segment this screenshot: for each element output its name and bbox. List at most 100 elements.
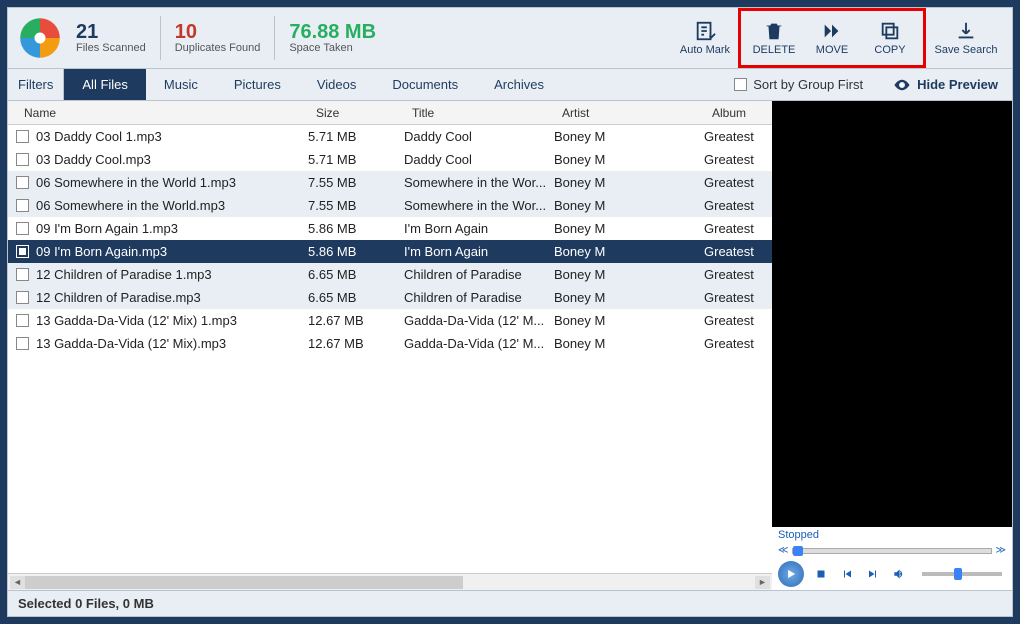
volume-button[interactable] [890,565,908,583]
next-track-button[interactable] [864,565,882,583]
table-row[interactable]: 13 Gadda-Da-Vida (12' Mix) 1.mp312.67 MB… [8,309,772,332]
row-title: Children of Paradise [404,267,554,282]
row-size: 5.86 MB [308,244,404,259]
stat-dup-num: 10 [175,22,261,42]
auto-mark-button[interactable]: Auto Mark [676,13,734,63]
table-row[interactable]: 12 Children of Paradise 1.mp36.65 MBChil… [8,263,772,286]
delete-button[interactable]: DELETE [745,13,803,63]
progress-prev-icon[interactable]: ≪ [778,545,788,556]
checkbox-icon [734,78,747,91]
stat-space-num: 76.88 MB [289,22,376,42]
row-title: I'm Born Again [404,221,554,236]
row-album: Greatest [704,336,772,351]
row-artist: Boney M [554,244,704,259]
tab-music[interactable]: Music [146,69,216,100]
row-size: 12.67 MB [308,336,404,351]
prev-track-button[interactable] [838,565,856,583]
auto-mark-icon [694,20,716,42]
tab-pictures[interactable]: Pictures [216,69,299,100]
row-album: Greatest [704,313,772,328]
row-title: Somewhere in the Wor... [404,175,554,190]
row-size: 5.71 MB [308,152,404,167]
stop-button[interactable] [812,565,830,583]
download-icon [955,20,977,42]
copy-icon [879,20,901,42]
volume-slider[interactable] [922,572,1002,576]
row-name: 13 Gadda-Da-Vida (12' Mix) 1.mp3 [36,313,308,328]
row-name: 06 Somewhere in the World.mp3 [36,198,308,213]
table-row[interactable]: 12 Children of Paradise.mp36.65 MBChildr… [8,286,772,309]
copy-button[interactable]: COPY [861,13,919,63]
save-search-button[interactable]: Save Search [930,13,1002,63]
hide-preview-button[interactable]: Hide Preview [879,76,1012,94]
scroll-thumb[interactable] [25,576,463,589]
row-artist: Boney M [554,175,704,190]
row-album: Greatest [704,175,772,190]
row-name: 13 Gadda-Da-Vida (12' Mix).mp3 [36,336,308,351]
table-row[interactable]: 03 Daddy Cool.mp35.71 MBDaddy CoolBoney … [8,148,772,171]
row-checkbox[interactable] [8,314,36,327]
tab-archives[interactable]: Archives [476,69,562,100]
col-name[interactable]: Name [8,106,308,120]
col-album[interactable]: Album [704,106,772,120]
row-artist: Boney M [554,221,704,236]
row-checkbox[interactable] [8,199,36,212]
horizontal-scrollbar[interactable]: ◄ ► [8,573,772,590]
row-artist: Boney M [554,290,704,305]
row-checkbox[interactable] [8,245,36,258]
table-row[interactable]: 13 Gadda-Da-Vida (12' Mix).mp312.67 MBGa… [8,332,772,355]
row-checkbox[interactable] [8,291,36,304]
row-checkbox[interactable] [8,222,36,235]
row-checkbox[interactable] [8,176,36,189]
row-size: 7.55 MB [308,175,404,190]
tab-documents[interactable]: Documents [374,69,476,100]
row-title: Children of Paradise [404,290,554,305]
row-checkbox[interactable] [8,130,36,143]
row-artist: Boney M [554,152,704,167]
table-row[interactable]: 09 I'm Born Again 1.mp35.86 MBI'm Born A… [8,217,772,240]
highlight-box: DELETE MOVE COPY [738,8,926,68]
col-size[interactable]: Size [308,106,404,120]
delete-label: DELETE [753,44,796,56]
col-artist[interactable]: Artist [554,106,704,120]
row-album: Greatest [704,221,772,236]
move-button[interactable]: MOVE [803,13,861,63]
table-row[interactable]: 09 I'm Born Again.mp35.86 MBI'm Born Aga… [8,240,772,263]
row-size: 7.55 MB [308,198,404,213]
stop-icon [815,568,827,580]
move-label: MOVE [816,44,848,56]
row-title: Daddy Cool [404,129,554,144]
scroll-left-icon[interactable]: ◄ [10,576,25,589]
tab-all-files[interactable]: All Files [64,69,146,100]
table-row[interactable]: 03 Daddy Cool 1.mp35.71 MBDaddy CoolBone… [8,125,772,148]
eye-icon [893,76,911,94]
play-icon [784,567,798,581]
col-title[interactable]: Title [404,106,554,120]
row-size: 6.65 MB [308,267,404,282]
row-artist: Boney M [554,198,704,213]
row-name: 09 I'm Born Again.mp3 [36,244,308,259]
table-row[interactable]: 06 Somewhere in the World.mp37.55 MBSome… [8,194,772,217]
row-title: Gadda-Da-Vida (12' M... [404,336,554,351]
tab-videos[interactable]: Videos [299,69,375,100]
progress-thumb[interactable] [793,546,803,556]
row-album: Greatest [704,198,772,213]
trash-icon [763,20,785,42]
row-album: Greatest [704,152,772,167]
hide-preview-label: Hide Preview [917,77,998,92]
volume-thumb[interactable] [954,568,962,580]
progress-bar[interactable]: ≪ ≫ [772,543,1012,558]
statusbar: Selected 0 Files, 0 MB [7,591,1013,617]
row-checkbox[interactable] [8,153,36,166]
row-checkbox[interactable] [8,337,36,350]
scroll-right-icon[interactable]: ► [755,576,770,589]
progress-next-icon[interactable]: ≫ [996,545,1006,556]
speaker-icon [892,567,906,581]
table-row[interactable]: 06 Somewhere in the World 1.mp37.55 MBSo… [8,171,772,194]
row-checkbox[interactable] [8,268,36,281]
save-search-label: Save Search [935,44,998,56]
play-button[interactable] [778,561,804,587]
sort-by-group-check[interactable]: Sort by Group First [718,77,879,92]
row-artist: Boney M [554,129,704,144]
row-artist: Boney M [554,267,704,282]
